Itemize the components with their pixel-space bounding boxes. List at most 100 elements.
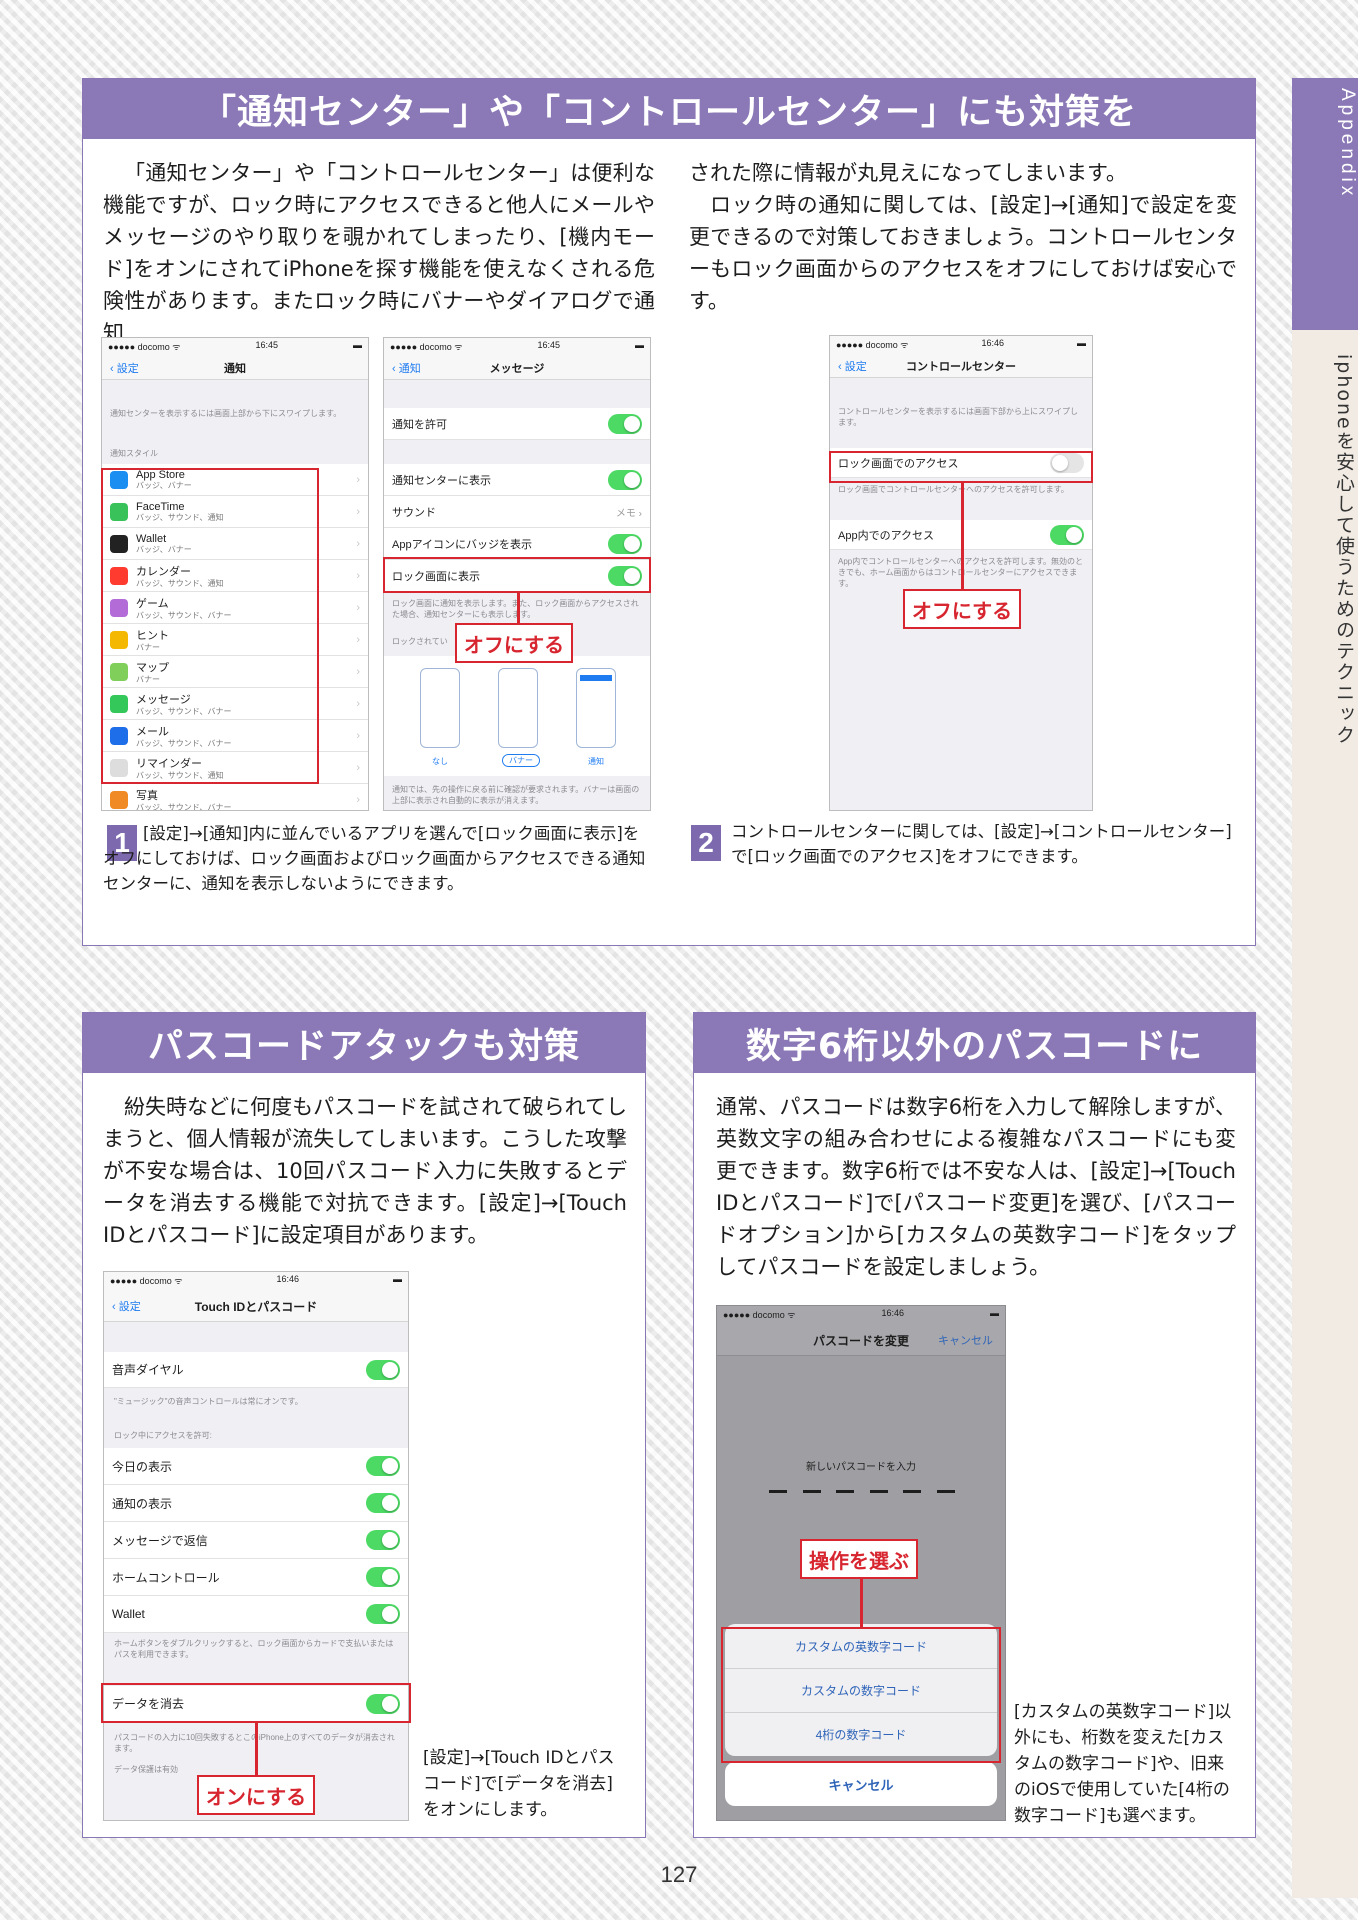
callout-turn-off-c: オフにする — [903, 589, 1021, 629]
sound-row[interactable]: サウンド メモ › — [384, 496, 650, 528]
chevron-right-icon: › — [356, 473, 360, 486]
app-row[interactable]: 写真 バッジ、サウンド、バナー › — [102, 784, 368, 811]
chevron-right-icon: › — [356, 793, 360, 806]
data-protection-note: データ保護は有効 — [114, 1765, 178, 1774]
locked-access-toggle[interactable] — [366, 1530, 400, 1550]
style-alert-phone[interactable] — [576, 668, 616, 748]
highlight-lockscreen-row — [383, 557, 651, 593]
chevron-right-icon: › — [356, 601, 360, 614]
callout-line-erase — [255, 1723, 258, 1777]
alert-style-options: なし バナー 通知 — [384, 656, 650, 776]
chevron-right-icon: › — [356, 697, 360, 710]
section1-paragraph-b1: された際に情報が丸見えになってしまいます。 — [689, 161, 1127, 185]
badge-toggle[interactable] — [608, 533, 642, 554]
locked-access-toggle[interactable] — [366, 1567, 400, 1587]
status-bar: ●●●●● docomo ᯤ 16:46 ▬ — [830, 336, 1092, 350]
nav-title: コントロールセンター — [906, 361, 1016, 373]
locked-access-toggle[interactable] — [366, 1493, 400, 1513]
status-bar: ●●●●● docomo ᯤ 16:46 ▬ — [717, 1306, 1005, 1320]
section-passcode-attack: パスコードアタックも対策 紛失時などに何度もパスコードを試されて破られてしまうと… — [82, 1012, 646, 1838]
chevron-right-icon: › — [356, 761, 360, 774]
locked-access-row[interactable]: Wallet — [104, 1596, 408, 1633]
badge-row[interactable]: Appアイコンにバッジを表示 — [384, 528, 650, 560]
appendix-tab: Appendix — [1292, 78, 1358, 330]
step-number-2: 2 — [691, 825, 721, 861]
nav-cancel-link[interactable]: キャンセル — [938, 1332, 993, 1348]
alert-style-note: 通知では、先の操作に戻る前に確認が要求されます。バナーは画面の上部に表示され自動… — [392, 785, 640, 805]
highlight-lock-access-row — [829, 451, 1093, 483]
voice-dial-row[interactable]: 音声ダイヤル — [104, 1352, 408, 1388]
style-banner-label: バナー — [502, 754, 540, 767]
section-label: iphoneを安心して使うためのテクニック — [1333, 354, 1355, 746]
callout-choose-action: 操作を選ぶ — [800, 1539, 918, 1579]
locked-access-label: Wallet — [112, 1607, 145, 1621]
section3-title: 数字6桁以外のパスコードに — [694, 1013, 1255, 1073]
control-center-hint: コントロールセンターを表示するには画面下部から上にスワイプします。 — [838, 407, 1078, 427]
app-access-toggle[interactable] — [1050, 524, 1084, 545]
section1-paragraph-b2: ロック時の通知に関しては、[設定]→[通知]で設定を変更できるので対策しておきま… — [689, 193, 1237, 313]
allow-toggle[interactable] — [608, 413, 642, 434]
locked-access-row[interactable]: 今日の表示 — [104, 1448, 408, 1485]
show-center-toggle[interactable] — [608, 469, 642, 490]
caption-2: コントロールセンターに関しては、[設定]→[コントロールセンター]で[ロック画面… — [731, 822, 1232, 866]
notification-style-header: 通知スタイル — [110, 449, 158, 458]
nav-bar: ‹ 設定 コントロールセンター — [830, 350, 1092, 378]
locked-access-toggle[interactable] — [366, 1604, 400, 1624]
section1-text-left: 「通知センター」や「コントロールセンター」は便利な機能ですが、ロック時にアクセス… — [103, 157, 655, 349]
nav-bar: ‹ 設定 通知 — [102, 352, 368, 380]
chevron-right-icon: › — [356, 505, 360, 518]
caption-1: [設定]→[通知]内に並んでいるアプリを選んで[ロック画面に表示]をオフにしてお… — [103, 824, 646, 893]
section1-title: 「通知センター」や「コントロールセンター」にも対策を — [83, 79, 1255, 139]
status-bar: ●●●●● docomo ᯤ 16:45 ▬ — [384, 338, 650, 352]
app-name: 写真 バッジ、サウンド、バナー — [136, 789, 232, 811]
highlight-erase-data-row — [101, 1683, 411, 1723]
section-tab: iphoneを安心して使うためのテクニック — [1292, 330, 1358, 1898]
locked-access-row[interactable]: ホームコントロール — [104, 1559, 408, 1596]
section2-text: 紛失時などに何度もパスコードを試されて破られてしまうと、個人情報が流失してしまい… — [103, 1091, 627, 1251]
section3-text: 通常、パスコードは数字6桁を入力して解除しますが、英数文字の組み合わせによる複雑… — [716, 1091, 1236, 1283]
nav-title: Touch IDとパスコード — [194, 1300, 318, 1314]
voice-dial-toggle[interactable] — [366, 1359, 400, 1380]
allow-notifications-row[interactable]: 通知を許可 — [384, 408, 650, 440]
locked-access-row[interactable]: 通知の表示 — [104, 1485, 408, 1522]
highlight-options-sheet — [721, 1627, 1001, 1763]
appendix-label: Appendix — [1337, 88, 1358, 200]
show-in-center-row[interactable]: 通知センターに表示 — [384, 464, 650, 496]
locked-label: ロックされてい — [392, 637, 448, 646]
section2-caption: [設定]→[Touch IDとパスコード]で[データを消去]をオンにします。 — [423, 1748, 615, 1820]
passcode-prompt: 新しいパスコードを入力 — [806, 1462, 916, 1473]
nav-bar: ‹ 設定 Touch IDとパスコード — [104, 1286, 408, 1322]
callout-line-a — [517, 593, 520, 623]
locked-access-toggle[interactable] — [366, 1456, 400, 1476]
status-bar: ●●●●● docomo ᯤ 16:46 ▬ — [104, 1272, 408, 1286]
section-notification-center: 「通知センター」や「コントロールセンター」にも対策を 「通知センター」や「コント… — [82, 78, 1256, 946]
section-alphanumeric-passcode: 数字6桁以外のパスコードに 通常、パスコードは数字6桁を入力して解除しますが、英… — [693, 1012, 1256, 1838]
nav-bar: パスコードを変更 キャンセル — [717, 1320, 1005, 1356]
style-none-phone[interactable] — [420, 668, 460, 748]
wallet-note: ホームボタンをダブルクリックすると、ロック画面からカードで支払いまたはパスを利用… — [114, 1639, 394, 1659]
section1-paragraph-a: 「通知センター」や「コントロールセンター」は便利な機能ですが、ロック時にアクセス… — [103, 161, 655, 345]
voice-dial-note: "ミュージック"の音声コントロールは常にオンです。 — [114, 1397, 303, 1406]
passcode-dashes — [769, 1490, 955, 1493]
section2-title: パスコードアタックも対策 — [83, 1013, 645, 1073]
locked-access-label: 通知の表示 — [112, 1496, 173, 1511]
nav-bar: ‹ 通知 メッセージ — [384, 352, 650, 380]
callout-line-options — [860, 1579, 863, 1627]
section3-caption: [カスタムの英数字コード]以外にも、桁数を変えた[カスタムの数字コード]や、旧来… — [1014, 1702, 1232, 1826]
nav-title: メッセージ — [489, 363, 545, 375]
app-icon — [110, 790, 128, 809]
locked-access-label: 今日の表示 — [112, 1459, 173, 1474]
style-none-label: なし — [432, 757, 448, 766]
sheet-cancel-button[interactable]: キャンセル — [725, 1762, 997, 1806]
chevron-right-icon: › — [356, 665, 360, 678]
chevron-right-icon: › — [356, 569, 360, 582]
chevron-right-icon: › — [356, 537, 360, 550]
side-tab: Appendix iphoneを安心して使うためのテクニック — [1292, 78, 1358, 1898]
locked-access-label: メッセージで返信 — [112, 1533, 208, 1548]
style-banner-phone[interactable] — [498, 668, 538, 748]
locked-access-label: ホームコントロール — [112, 1570, 220, 1585]
nav-title: 通知 — [224, 363, 246, 375]
highlight-app-list — [101, 468, 319, 784]
section2-paragraph: 紛失時などに何度もパスコードを試されて破られてしまうと、個人情報が流失してしまい… — [103, 1095, 627, 1247]
locked-access-row[interactable]: メッセージで返信 — [104, 1522, 408, 1559]
